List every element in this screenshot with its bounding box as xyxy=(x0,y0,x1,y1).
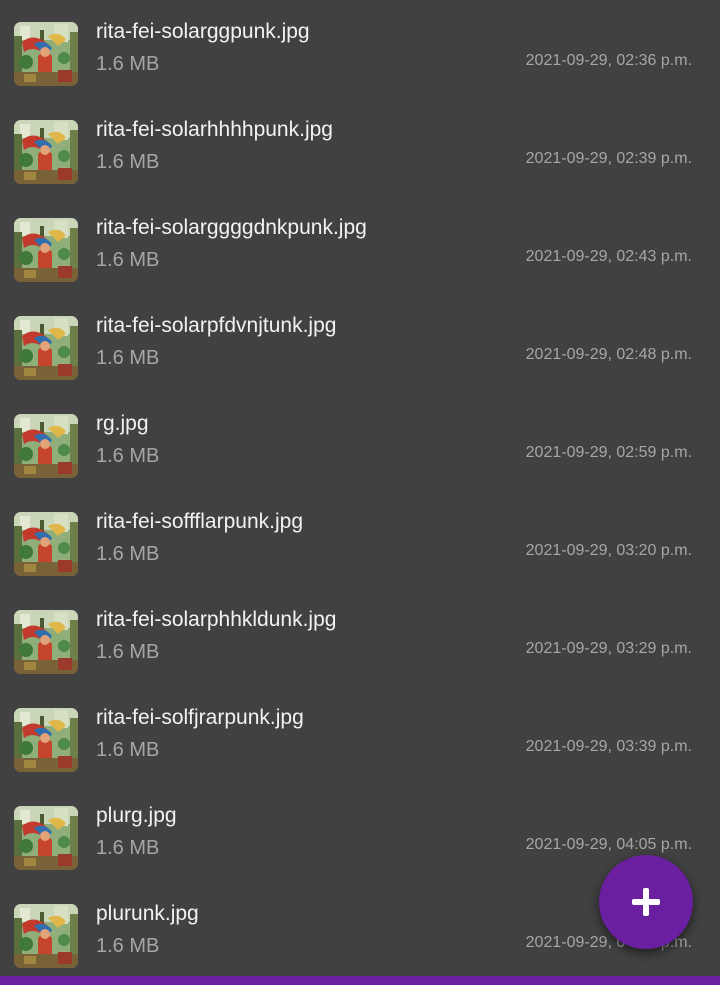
file-size: 1.6 MB xyxy=(96,739,160,761)
file-date: 2021-09-29, 02:36 p.m. xyxy=(525,52,692,69)
file-list-item[interactable]: rita-fei-soffflarpunk.jpg 1.6 MB 2021-09… xyxy=(0,490,720,588)
file-name: rita-fei-solfjrarpunk.jpg xyxy=(96,706,304,729)
image-thumbnail-icon xyxy=(14,610,78,674)
file-list-item[interactable]: rita-fei-solarhhhhpunk.jpg 1.6 MB 2021-0… xyxy=(0,98,720,196)
file-list-item[interactable]: rita-fei-solarggpunk.jpg 1.6 MB 2021-09-… xyxy=(0,0,720,98)
file-size: 1.6 MB xyxy=(96,53,160,75)
file-name: rg.jpg xyxy=(96,412,149,435)
file-browser-screen: rita-fei-solarggpunk.jpg 1.6 MB 2021-09-… xyxy=(0,0,720,985)
file-date: 2021-09-29, 02:39 p.m. xyxy=(525,150,692,167)
file-list-item[interactable]: rita-fei-solarpfdvnjtunk.jpg 1.6 MB 2021… xyxy=(0,294,720,392)
file-size: 1.6 MB xyxy=(96,837,160,859)
file-size: 1.6 MB xyxy=(96,543,160,565)
file-name: rita-fei-solarggpunk.jpg xyxy=(96,20,310,43)
image-thumbnail-icon xyxy=(14,414,78,478)
image-thumbnail-icon xyxy=(14,904,78,968)
file-list-item[interactable]: plurg.jpg 1.6 MB 2021-09-29, 04:05 p.m. xyxy=(0,784,720,882)
file-list-item[interactable]: rita-fei-solarphhkldunk.jpg 1.6 MB 2021-… xyxy=(0,588,720,686)
plus-icon xyxy=(632,888,660,916)
image-thumbnail-icon xyxy=(14,512,78,576)
file-date: 2021-09-29, 02:59 p.m. xyxy=(525,444,692,461)
file-date: 2021-09-29, 02:48 p.m. xyxy=(525,346,692,363)
image-thumbnail-icon xyxy=(14,316,78,380)
file-list-item[interactable]: rita-fei-solfjrarpunk.jpg 1.6 MB 2021-09… xyxy=(0,686,720,784)
image-thumbnail-icon xyxy=(14,22,78,86)
file-name: rita-fei-solarggggdnkpunk.jpg xyxy=(96,216,367,239)
file-list-item[interactable]: rg.jpg 1.6 MB 2021-09-29, 02:59 p.m. xyxy=(0,392,720,490)
image-thumbnail-icon xyxy=(14,218,78,282)
file-size: 1.6 MB xyxy=(96,641,160,663)
file-date: 2021-09-29, 03:20 p.m. xyxy=(525,542,692,559)
image-thumbnail-icon xyxy=(14,806,78,870)
file-size: 1.6 MB xyxy=(96,249,160,271)
bottom-accent-bar xyxy=(0,976,720,985)
file-name: rita-fei-solarphhkldunk.jpg xyxy=(96,608,337,631)
file-date: 2021-09-29, 02:43 p.m. xyxy=(525,248,692,265)
file-date: 2021-09-29, 04:05 p.m. xyxy=(525,836,692,853)
file-name: rita-fei-soffflarpunk.jpg xyxy=(96,510,303,533)
file-list-item[interactable]: rita-fei-solarggggdnkpunk.jpg 1.6 MB 202… xyxy=(0,196,720,294)
file-name: plurunk.jpg xyxy=(96,902,199,925)
file-date: 2021-09-29, 03:29 p.m. xyxy=(525,640,692,657)
file-size: 1.6 MB xyxy=(96,445,160,467)
file-size: 1.6 MB xyxy=(96,935,160,957)
image-thumbnail-icon xyxy=(14,708,78,772)
image-thumbnail-icon xyxy=(14,120,78,184)
file-name: rita-fei-solarpfdvnjtunk.jpg xyxy=(96,314,337,337)
file-size: 1.6 MB xyxy=(96,347,160,369)
file-size: 1.6 MB xyxy=(96,151,160,173)
file-date: 2021-09-29, 03:39 p.m. xyxy=(525,738,692,755)
file-name: rita-fei-solarhhhhpunk.jpg xyxy=(96,118,333,141)
file-name: plurg.jpg xyxy=(96,804,177,827)
add-file-button[interactable] xyxy=(599,855,693,949)
file-list: rita-fei-solarggpunk.jpg 1.6 MB 2021-09-… xyxy=(0,0,720,980)
